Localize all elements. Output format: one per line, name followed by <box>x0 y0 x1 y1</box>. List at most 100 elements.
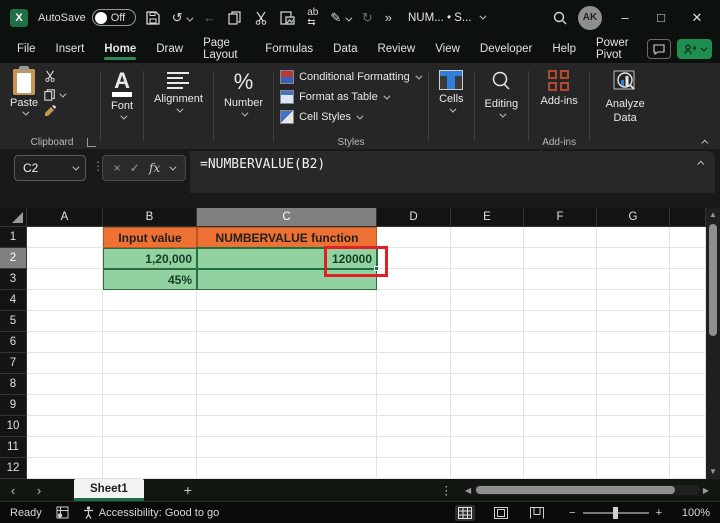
cell-G2[interactable] <box>597 248 670 269</box>
cell-G10[interactable] <box>597 416 670 437</box>
cell-partial-4[interactable] <box>670 290 706 311</box>
cell-C6[interactable] <box>197 332 377 353</box>
cell-partial-9[interactable] <box>670 395 706 416</box>
paste-picture-icon[interactable] <box>280 10 295 25</box>
cell-F3[interactable] <box>524 269 597 290</box>
horizontal-scrollbar[interactable]: ◀ ▶ <box>462 484 712 496</box>
chevron-down-icon[interactable] <box>186 14 194 22</box>
column-header-E[interactable]: E <box>451 208 524 227</box>
tab-insert[interactable]: Insert <box>47 38 94 60</box>
column-header-B[interactable]: B <box>103 208 197 227</box>
cell-B2[interactable]: 1,20,000 <box>103 248 197 269</box>
cell-E1[interactable] <box>451 227 524 248</box>
cell-E7[interactable] <box>451 353 524 374</box>
row-header-11[interactable]: 11 <box>0 437 27 458</box>
cell-F4[interactable] <box>524 290 597 311</box>
cell-G1[interactable] <box>597 227 670 248</box>
cell-F8[interactable] <box>524 374 597 395</box>
cell-G3[interactable] <box>597 269 670 290</box>
cell-A9[interactable] <box>27 395 103 416</box>
cells-menu-button[interactable]: Cells <box>431 67 471 116</box>
row-header-1[interactable]: 1 <box>0 227 27 248</box>
scroll-down-icon[interactable]: ▼ <box>709 465 717 479</box>
cell-F7[interactable] <box>524 353 597 374</box>
clipboard-dialog-launcher-icon[interactable] <box>87 138 96 147</box>
cell-G4[interactable] <box>597 290 670 311</box>
cell-G11[interactable] <box>597 437 670 458</box>
comments-button[interactable] <box>647 39 671 59</box>
ink-icon[interactable]: ✎ <box>330 10 353 26</box>
cell-partial-5[interactable] <box>670 311 706 332</box>
cell-partial-3[interactable] <box>670 269 706 290</box>
cell-F6[interactable] <box>524 332 597 353</box>
chevron-down-icon[interactable] <box>59 90 67 98</box>
addins-button[interactable]: Add-ins <box>533 67 586 110</box>
cell-C5[interactable] <box>197 311 377 332</box>
copy-button[interactable] <box>44 89 67 101</box>
cell-A8[interactable] <box>27 374 103 395</box>
cell-partial-2[interactable] <box>670 248 706 269</box>
chevron-down-icon[interactable] <box>21 108 30 116</box>
cell-D8[interactable] <box>377 374 451 395</box>
cell-C8[interactable] <box>197 374 377 395</box>
cell-G7[interactable] <box>597 353 670 374</box>
cell-A12[interactable] <box>27 458 103 479</box>
cell-E8[interactable] <box>451 374 524 395</box>
cell-E2[interactable] <box>451 248 524 269</box>
cell-A6[interactable] <box>27 332 103 353</box>
zoom-slider-thumb[interactable] <box>612 506 618 519</box>
cell-G5[interactable] <box>597 311 670 332</box>
cell-G9[interactable] <box>597 395 670 416</box>
sheet-tab-sheet1[interactable]: Sheet1 <box>74 479 144 501</box>
font-menu-button[interactable]: A Font <box>103 67 141 123</box>
cell-partial-6[interactable] <box>670 332 706 353</box>
cell-D10[interactable] <box>377 416 451 437</box>
cell-styles-button[interactable]: Cell Styles <box>280 107 364 127</box>
zoom-slider[interactable] <box>582 506 649 519</box>
vertical-scroll-thumb[interactable] <box>709 224 717 336</box>
autosave-toggle[interactable]: AutoSave Off <box>38 9 136 26</box>
row-header-4[interactable]: 4 <box>0 290 27 311</box>
formula-input[interactable]: =NUMBERVALUE(B2) <box>190 151 715 193</box>
cell-G6[interactable] <box>597 332 670 353</box>
cell-B6[interactable] <box>103 332 197 353</box>
cut-icon[interactable] <box>44 70 64 85</box>
cell-B11[interactable] <box>103 437 197 458</box>
cell-C11[interactable] <box>197 437 377 458</box>
chevron-down-icon[interactable] <box>449 105 457 113</box>
cell-partial-12[interactable] <box>670 458 706 479</box>
format-painter-icon[interactable] <box>44 105 64 120</box>
cell-F11[interactable] <box>524 437 597 458</box>
tab-formulas[interactable]: Formulas <box>256 38 322 60</box>
cell-A3[interactable] <box>27 269 103 290</box>
cell-E3[interactable] <box>451 269 524 290</box>
next-sheet-icon[interactable]: › <box>26 483 52 498</box>
tab-home[interactable]: Home <box>95 38 145 60</box>
select-all-corner[interactable] <box>0 208 27 227</box>
horizontal-scroll-thumb[interactable] <box>476 486 675 494</box>
cut-icon[interactable] <box>254 11 268 25</box>
cell-B1[interactable]: Input value <box>103 227 197 248</box>
cell-B3[interactable]: 45% <box>103 269 197 290</box>
cell-B4[interactable] <box>103 290 197 311</box>
search-icon[interactable] <box>552 10 568 26</box>
cell-A2[interactable] <box>27 248 103 269</box>
cell-D1[interactable] <box>377 227 451 248</box>
cell-F9[interactable] <box>524 395 597 416</box>
autosave-switch[interactable]: Off <box>91 9 136 26</box>
cell-partial-10[interactable] <box>670 416 706 437</box>
cell-F10[interactable] <box>524 416 597 437</box>
cell-D9[interactable] <box>377 395 451 416</box>
cell-C7[interactable] <box>197 353 377 374</box>
row-header-3[interactable]: 3 <box>0 269 27 290</box>
cell-D3[interactable] <box>377 269 451 290</box>
column-header-F[interactable]: F <box>524 208 597 227</box>
cell-partial-11[interactable] <box>670 437 706 458</box>
cell-A5[interactable] <box>27 311 103 332</box>
cell-D2[interactable] <box>377 248 451 269</box>
page-layout-view-icon[interactable] <box>491 505 511 521</box>
chevron-down-icon[interactable] <box>499 110 507 118</box>
scroll-left-icon[interactable]: ◀ <box>462 486 474 495</box>
paste-button[interactable]: Paste <box>6 66 42 118</box>
avatar[interactable]: AK <box>578 5 602 30</box>
